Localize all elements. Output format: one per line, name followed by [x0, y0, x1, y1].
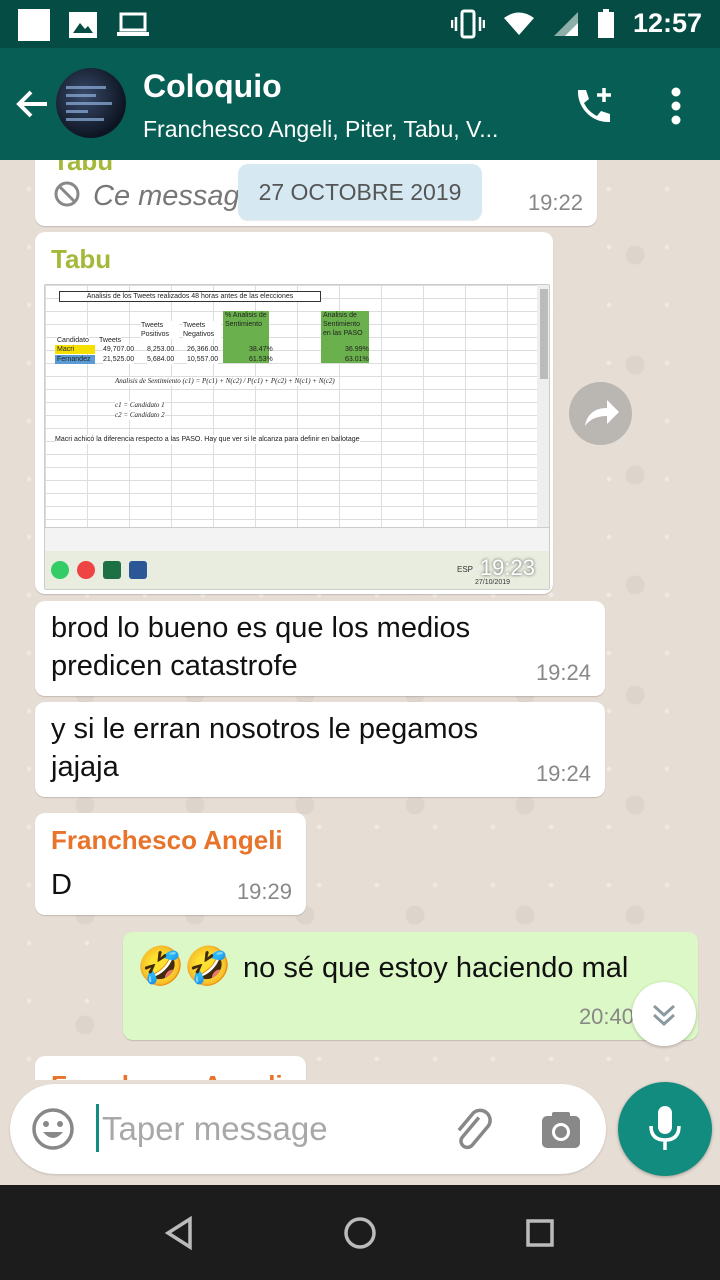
- recents-nav-icon[interactable]: [520, 1213, 560, 1253]
- message-list[interactable]: Tabu Ce message a été supprimé 19:22 27 …: [0, 160, 720, 1080]
- col-header: % Analisis de Sentimiento: [225, 312, 267, 328]
- group-avatar[interactable]: [56, 68, 126, 138]
- message-text: y si le erran nosotros le pegamos jajaja: [51, 713, 479, 783]
- more-options-icon[interactable]: [668, 86, 684, 126]
- message-input[interactable]: [102, 1102, 422, 1156]
- chat-title[interactable]: Coloquio: [143, 68, 282, 105]
- message-time: 19:24: [535, 660, 591, 685]
- col-header: Candidato: [57, 336, 89, 345]
- cell: 38.47%: [249, 346, 273, 353]
- add-call-icon[interactable]: [570, 86, 614, 130]
- back-arrow-icon[interactable]: [14, 86, 50, 122]
- message-time: 20:40: [578, 1004, 634, 1029]
- formula-legend: c1 = Candidato 1: [115, 401, 165, 410]
- scroll-down-button[interactable]: [632, 982, 696, 1046]
- status-bar: 12:57: [0, 0, 720, 48]
- cell: Fernandez: [57, 356, 91, 363]
- col-header: Tweets: [99, 336, 122, 345]
- sender-name: Franchesco Angeli: [51, 1070, 283, 1080]
- cell: 5,684.00: [147, 355, 175, 364]
- message-time: 19:22: [527, 190, 583, 215]
- cell: 26,366.00: [187, 345, 219, 354]
- spreadsheet: Analisis de los Tweets realizados 48 hor…: [45, 285, 537, 527]
- sender-name: Tabu: [51, 244, 112, 274]
- cell: Macri: [57, 346, 75, 353]
- image-message[interactable]: Tabu Analisis de los Tweets realizados 4…: [35, 232, 553, 594]
- battery-icon: [597, 8, 614, 38]
- message-text: no sé que estoy haciendo mal: [243, 952, 629, 984]
- taskbar-language: ESP: [457, 565, 474, 574]
- blocked-icon: [54, 181, 80, 207]
- col-header: Tweets Negativos: [183, 321, 221, 339]
- wifi-icon: [503, 12, 534, 35]
- formula-legend: c2 = Candidato 2: [115, 411, 165, 420]
- attach-icon[interactable]: [450, 1108, 496, 1154]
- message-text: D: [51, 869, 72, 901]
- emoji-icon[interactable]: [30, 1106, 76, 1152]
- clock: 12:57: [632, 8, 702, 38]
- cell: 61.53%: [249, 356, 273, 363]
- vibrate-icon: [450, 9, 485, 38]
- notification-square-icon: [18, 9, 50, 41]
- emoji: 🤣🤣: [137, 946, 232, 988]
- date-chip: 27 OCTOBRE 2019: [238, 164, 482, 220]
- cell: 36.99%: [345, 346, 369, 353]
- message-time: 19:23: [479, 555, 535, 580]
- chat-header: Coloquio Franchesco Angeli, Piter, Tabu,…: [0, 48, 720, 160]
- text-message-partial[interactable]: Franchesco Angeli: [35, 1056, 306, 1080]
- sender-name: Tabu: [53, 160, 114, 176]
- outgoing-message[interactable]: 🤣🤣 no sé que estoy haciendo mal 20:40: [123, 932, 698, 1040]
- camera-icon[interactable]: [540, 1110, 582, 1150]
- formula: Analisis de Sentimiento (c1) = P(c1) + N…: [115, 377, 335, 386]
- spreadsheet-screenshot[interactable]: Analisis de los Tweets realizados 48 hor…: [44, 284, 550, 590]
- text-message[interactable]: Franchesco Angeli D 19:29: [35, 813, 306, 915]
- back-nav-icon[interactable]: [160, 1213, 200, 1253]
- chat-participants[interactable]: Franchesco Angeli, Piter, Tabu, V...: [143, 116, 543, 143]
- text-message[interactable]: brod lo bueno es que los medios predicen…: [35, 601, 605, 696]
- message-text: brod lo bueno es que los medios predicen…: [51, 612, 471, 682]
- forward-button[interactable]: [569, 382, 632, 445]
- col-header: Tweets Positivos: [141, 321, 179, 339]
- cell: 21,525.00: [103, 355, 135, 364]
- sheet-title: Analisis de los Tweets realizados 48 hor…: [59, 291, 321, 302]
- laptop-icon: [117, 12, 149, 36]
- col-header: Analisis de Sentimiento en las PASO: [323, 312, 363, 337]
- image-icon: [69, 12, 97, 38]
- cell: 63.01%: [345, 356, 369, 363]
- forward-icon: [585, 400, 619, 426]
- sheet-note: Macri achicó la diferencia respecto a la…: [55, 435, 360, 444]
- cell: 8,253.00: [147, 345, 175, 354]
- text-cursor: [96, 1104, 99, 1152]
- message-time: 19:29: [236, 879, 292, 904]
- voice-message-button[interactable]: [618, 1082, 712, 1176]
- cell: 49,707.00: [103, 345, 135, 354]
- system-navigation-bar: [0, 1185, 720, 1280]
- message-composer: [10, 1084, 606, 1174]
- double-chevron-down-icon: [652, 1004, 676, 1027]
- cell: 10,557.00: [187, 355, 219, 364]
- text-message[interactable]: y si le erran nosotros le pegamos jajaja…: [35, 702, 605, 797]
- home-nav-icon[interactable]: [340, 1213, 380, 1253]
- message-time: 19:24: [535, 761, 591, 786]
- signal-icon: [553, 11, 578, 36]
- sender-name: Franchesco Angeli: [51, 825, 283, 855]
- windows-taskbar: ESP 27/10/2019: [45, 551, 549, 589]
- mic-icon: [649, 1106, 681, 1150]
